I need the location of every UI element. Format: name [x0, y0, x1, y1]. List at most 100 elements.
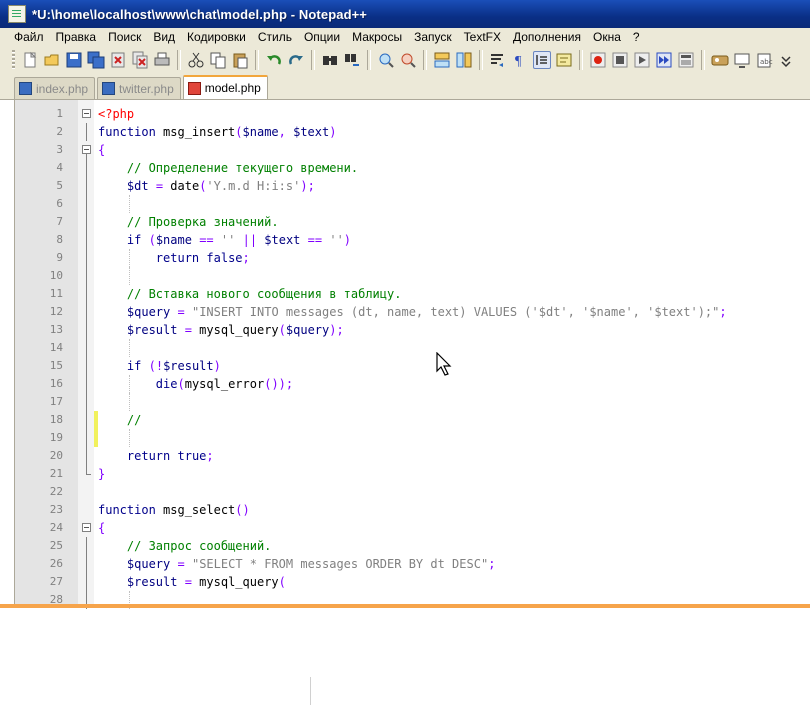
code-line[interactable]: 20 return true; [0, 447, 810, 465]
save-macro-icon[interactable] [677, 51, 695, 69]
code-text: $dt = date('Y.m.d H:i:s'); [126, 179, 315, 193]
sync-v-icon[interactable] [433, 51, 451, 69]
code-line[interactable]: 17 [0, 393, 810, 411]
cut-icon[interactable] [187, 51, 205, 69]
print-icon[interactable] [153, 51, 171, 69]
code-editor[interactable]: 1 <?php 2 function msg_insert($name, $text)… [0, 100, 810, 705]
sync-h-icon[interactable] [455, 51, 473, 69]
code-text: die(mysql_error()); [155, 377, 294, 391]
save-icon[interactable] [65, 51, 83, 69]
menu-macros[interactable]: Макросы [346, 28, 408, 46]
title-bar[interactable]: *U:\home\localhost\www\chat\model.php - … [0, 0, 810, 28]
mouse-pointer-icon [436, 352, 452, 376]
code-line[interactable]: 8 if ($name == '' || $text == '') [0, 231, 810, 249]
menu-search[interactable]: Поиск [102, 28, 147, 46]
line-number: 4 [56, 161, 63, 174]
code-line[interactable]: 11 // Вставка нового сообщения в таблицу… [0, 285, 810, 303]
fold-line [86, 411, 87, 429]
toolbar-grip[interactable] [12, 50, 15, 70]
code-line[interactable]: 1 <?php [0, 105, 810, 123]
code-line[interactable]: 16 die(mysql_error()); [0, 375, 810, 393]
fold-line [86, 159, 87, 177]
stop-macro-icon[interactable] [611, 51, 629, 69]
code-line[interactable]: 12 $query = "INSERT INTO messages (dt, n… [0, 303, 810, 321]
close-icon[interactable] [109, 51, 127, 69]
menu-view[interactable]: Вид [147, 28, 181, 46]
code-line[interactable]: 24 { [0, 519, 810, 537]
indent-guide [128, 195, 131, 213]
line-number: 22 [49, 485, 63, 498]
code-line[interactable]: 10 [0, 267, 810, 285]
code-line[interactable]: 9 return false; [0, 249, 810, 267]
code-text: { [98, 521, 106, 535]
code-line[interactable]: 21} [0, 465, 810, 483]
fold-toggle-icon[interactable] [82, 145, 91, 154]
close-all-icon[interactable] [131, 51, 149, 69]
tab-label: twitter.php [119, 81, 174, 96]
menu-file[interactable]: Файл [0, 28, 50, 46]
toolbar-separator [367, 50, 371, 70]
tab-model-php[interactable]: model.php [182, 75, 268, 99]
code-line[interactable]: 13 $result = mysql_query($query); [0, 321, 810, 339]
spell-check-icon[interactable] [711, 51, 729, 69]
more-icon[interactable] [777, 51, 795, 69]
toolbar-separator [579, 50, 583, 70]
wrap-icon[interactable] [489, 51, 507, 69]
code-text: if ($name == '' || $text == '') [126, 233, 352, 247]
new-file-icon[interactable] [21, 51, 39, 69]
code-line[interactable]: 25 // Запрос сообщений. [0, 537, 810, 555]
code-line[interactable]: 3{ [0, 141, 810, 159]
horizontal-scroll-indicator [0, 604, 810, 608]
code-line[interactable]: 22 [0, 483, 810, 501]
fold-toggle-icon[interactable] [82, 523, 91, 532]
code-line[interactable]: 23 function msg_select() [0, 501, 810, 519]
clipboard-icon[interactable]: abc [755, 51, 773, 69]
menu-encoding[interactable]: Кодировки [181, 28, 252, 46]
code-line[interactable]: 14 [0, 339, 810, 357]
indent-guide-icon[interactable] [533, 51, 551, 69]
replace-icon[interactable] [343, 51, 361, 69]
menu-windows[interactable]: Окна [587, 28, 627, 46]
run-macro-multiple-icon[interactable] [655, 51, 673, 69]
open-file-icon[interactable] [43, 51, 61, 69]
code-line[interactable]: 26 $query = "SELECT * FROM messages ORDE… [0, 555, 810, 573]
code-line[interactable]: 6 [0, 195, 810, 213]
copy-icon[interactable] [209, 51, 227, 69]
menu-help[interactable]: ? [627, 28, 646, 46]
code-text: // [126, 413, 142, 427]
redo-icon[interactable] [287, 51, 305, 69]
menu-textfx[interactable]: TextFX [458, 28, 507, 46]
menu-plugins[interactable]: Дополнения [507, 28, 587, 46]
menu-run[interactable]: Запуск [408, 28, 458, 46]
undo-icon[interactable] [265, 51, 283, 69]
code-line[interactable]: 27 $result = mysql_query( [0, 573, 810, 591]
user-lang-icon[interactable] [555, 51, 573, 69]
tab-index-php[interactable]: index.php [14, 77, 96, 99]
code-line[interactable]: 4 // Определение текущего времени. [0, 159, 810, 177]
menu-style[interactable]: Стиль [252, 28, 298, 46]
save-all-icon[interactable] [87, 51, 105, 69]
menu-options[interactable]: Опции [298, 28, 346, 46]
paste-icon[interactable] [231, 51, 249, 69]
notepad-app-icon [8, 5, 26, 23]
code-line[interactable]: 18 // [0, 411, 810, 429]
zoom-in-icon[interactable] [377, 51, 395, 69]
fold-toggle-icon[interactable] [82, 109, 91, 118]
code-line[interactable]: 7 // Проверка значений. [0, 213, 810, 231]
find-icon[interactable] [321, 51, 339, 69]
zoom-out-icon[interactable] [399, 51, 417, 69]
line-number: 16 [49, 377, 63, 390]
menu-edit[interactable]: Правка [50, 28, 103, 46]
code-line[interactable]: 5 $dt = date('Y.m.d H:i:s'); [0, 177, 810, 195]
code-line[interactable]: 19 [0, 429, 810, 447]
toolbar-separator [255, 50, 259, 70]
tab-twitter-php[interactable]: twitter.php [97, 77, 181, 99]
record-macro-icon[interactable] [589, 51, 607, 69]
show-all-chars-icon[interactable]: ¶ [511, 51, 529, 69]
line-number: 15 [49, 359, 63, 372]
code-line[interactable]: 15 if (!$result) [0, 357, 810, 375]
line-number: 6 [56, 197, 63, 210]
play-macro-icon[interactable] [633, 51, 651, 69]
code-line[interactable]: 2 function msg_insert($name, $text) [0, 123, 810, 141]
screen-icon[interactable] [733, 51, 751, 69]
